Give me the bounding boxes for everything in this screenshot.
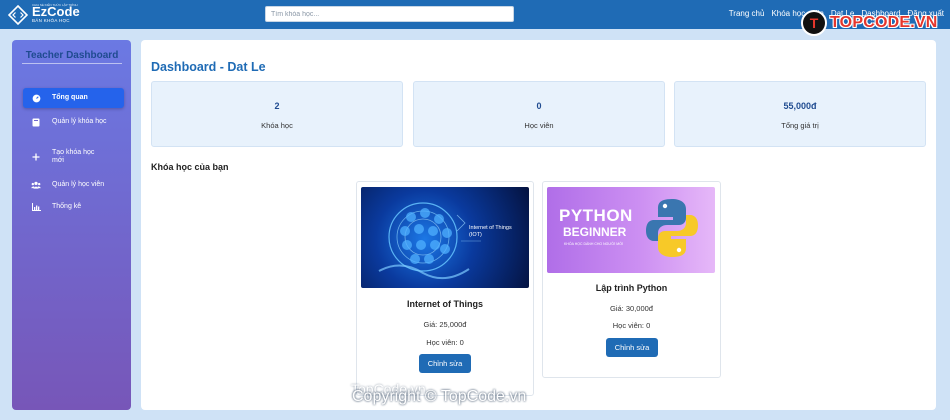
plus-icon [31, 152, 41, 162]
python-logo-icon [646, 199, 698, 257]
nav-home[interactable]: Trang chủ [729, 9, 765, 18]
watermark-logo: T TOPCODE.VN [801, 9, 938, 37]
watermark-copyright: Copyright © TopCode.vn [352, 388, 527, 405]
sidebar-item-label: Quản lý khóa học [52, 118, 107, 125]
section-title: Khóa học của bạn [151, 162, 229, 172]
brand-logo[interactable]: EzCode BÁN KHÓA HỌC CHIA SẺ KIẾN THỨC LẬ… [7, 2, 80, 27]
code-diamond-icon [7, 4, 29, 25]
page-title: Dashboard - Dat Le [151, 60, 266, 74]
stat-card-total-value: 55,000đ Tổng giá trị [674, 81, 926, 147]
sidebar-item-create-course[interactable]: Tạo khóa học mới [23, 149, 124, 165]
edit-course-button[interactable]: Chỉnh sửa [419, 354, 471, 373]
sidebar-item-manage-courses[interactable]: Quản lý khóa học [23, 117, 124, 127]
sidebar-item-overview[interactable]: Tổng quan [23, 88, 124, 108]
brand-name: EzCode [32, 4, 80, 20]
course-card-iot: Internet of Things (IOT) Internet of Thi… [356, 181, 534, 396]
users-icon [31, 180, 41, 190]
sidebar-item-label: Tạo khóa học mới [52, 149, 95, 164]
thumbnail-title: PYTHON [559, 206, 633, 225]
sidebar-item-label: Thống kê [52, 203, 82, 210]
brand-subtitle: BÁN KHÓA HỌC [32, 18, 70, 24]
sidebar-item-label: Quản lý học viên [52, 181, 105, 188]
course-students: Học viên: 0 [612, 321, 651, 330]
thumbnail-subtitle: BEGINNER [563, 225, 627, 239]
stat-value: 55,000đ [783, 101, 817, 111]
stat-label: Tổng giá trị [781, 121, 819, 130]
course-title: Internet of Things [407, 299, 483, 309]
stat-card-courses: 2 Khóa học [151, 81, 403, 147]
brand-tagline: CHIA SẺ KIẾN THỨC LẬP TRÌNH [32, 3, 78, 7]
thumbnail-caption: KHÓA HỌC DÀNH CHO NGƯỜI MỚI [564, 242, 624, 246]
stat-value: 0 [536, 101, 542, 111]
course-price: Giá: 25,000đ [423, 320, 467, 329]
course-price: Giá: 30,000đ [610, 304, 653, 313]
stat-label: Học viên [524, 121, 554, 130]
course-title: Lập trình Python [595, 283, 668, 293]
search-input[interactable] [265, 6, 514, 22]
stat-label: Khóa học [261, 121, 293, 130]
sidebar-item-statistics[interactable]: Thống kê [23, 202, 124, 212]
watermark-text: TOPCODE.VN [830, 14, 938, 31]
chart-icon [31, 202, 41, 212]
sidebar-title: Teacher Dashboard [22, 50, 122, 64]
book-icon [31, 117, 41, 127]
watermark-badge-icon: T [801, 10, 827, 36]
course-thumbnail-iot: Internet of Things (IOT) [361, 187, 529, 288]
sidebar-item-manage-students[interactable]: Quản lý học viên [23, 180, 124, 190]
stat-card-students: 0 Học viên [413, 81, 665, 147]
sidebar-item-label: Tổng quan [52, 94, 88, 101]
course-students: Học viên: 0 [426, 338, 464, 347]
main-content: Dashboard - Dat Le 2 Khóa học 0 Học viên… [141, 40, 936, 410]
stat-value: 2 [274, 101, 280, 111]
thumbnail-caption: Internet of Things (IOT) [469, 225, 512, 238]
gauge-icon [31, 93, 41, 103]
course-thumbnail-python: PYTHON BEGINNER KHÓA HỌC DÀNH CHO NGƯỜI … [547, 187, 715, 273]
edit-course-button[interactable]: Chỉnh sửa [606, 338, 658, 357]
course-card-python: PYTHON BEGINNER KHÓA HỌC DÀNH CHO NGƯỜI … [542, 181, 721, 378]
